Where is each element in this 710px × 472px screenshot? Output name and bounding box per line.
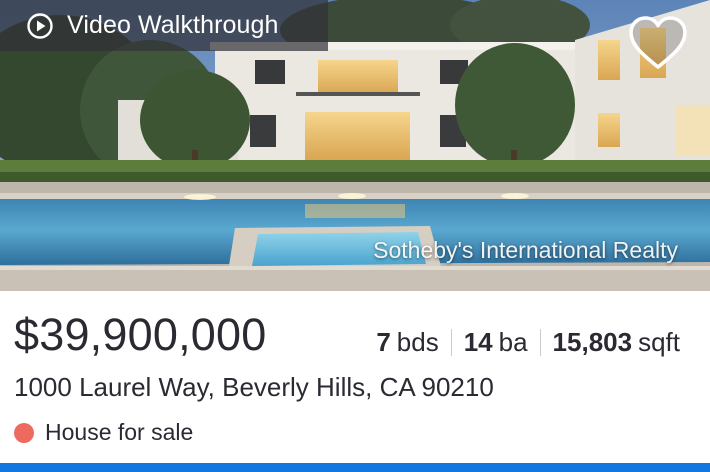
beds-unit: bds xyxy=(396,327,439,357)
beds-value: 7 xyxy=(376,327,391,357)
listing-card[interactable]: Video Walkthrough Sotheby's Internationa… xyxy=(0,0,710,472)
video-walkthrough-label: Video Walkthrough xyxy=(67,11,279,39)
listing-address[interactable]: 1000 Laurel Way, Beverly Hills, CA 90210 xyxy=(14,372,494,403)
listing-facts: 7 bds 14 ba 15,803 sqft xyxy=(376,327,680,358)
status-dot-icon xyxy=(14,422,34,443)
brokerage-watermark: Sotheby's International Realty xyxy=(373,237,678,263)
facts-divider xyxy=(450,329,452,356)
beds-fact: 7 bds xyxy=(376,327,438,358)
listing-details: $39,900,000 7 bds 14 ba 15,803 sqft 1000… xyxy=(0,291,710,463)
baths-value: 14 xyxy=(463,327,493,357)
baths-fact: 14 ba xyxy=(464,327,528,358)
sqft-value: 15,803 xyxy=(552,327,633,357)
listing-status: House for sale xyxy=(14,419,193,446)
save-favorite-button[interactable] xyxy=(627,14,689,72)
sqft-fact: 15,803 sqft xyxy=(553,327,680,358)
sqft-unit: sqft xyxy=(638,327,680,357)
listing-photo[interactable]: Video Walkthrough Sotheby's Internationa… xyxy=(0,0,710,291)
play-circle-icon xyxy=(27,12,53,39)
status-label: House for sale xyxy=(45,419,194,445)
video-walkthrough-button[interactable]: Video Walkthrough xyxy=(0,0,328,51)
listing-price: $39,900,000 xyxy=(14,309,267,360)
accent-bar xyxy=(0,463,710,472)
heart-outline-icon xyxy=(629,16,687,69)
facts-divider xyxy=(539,329,541,356)
baths-unit: ba xyxy=(498,327,528,357)
